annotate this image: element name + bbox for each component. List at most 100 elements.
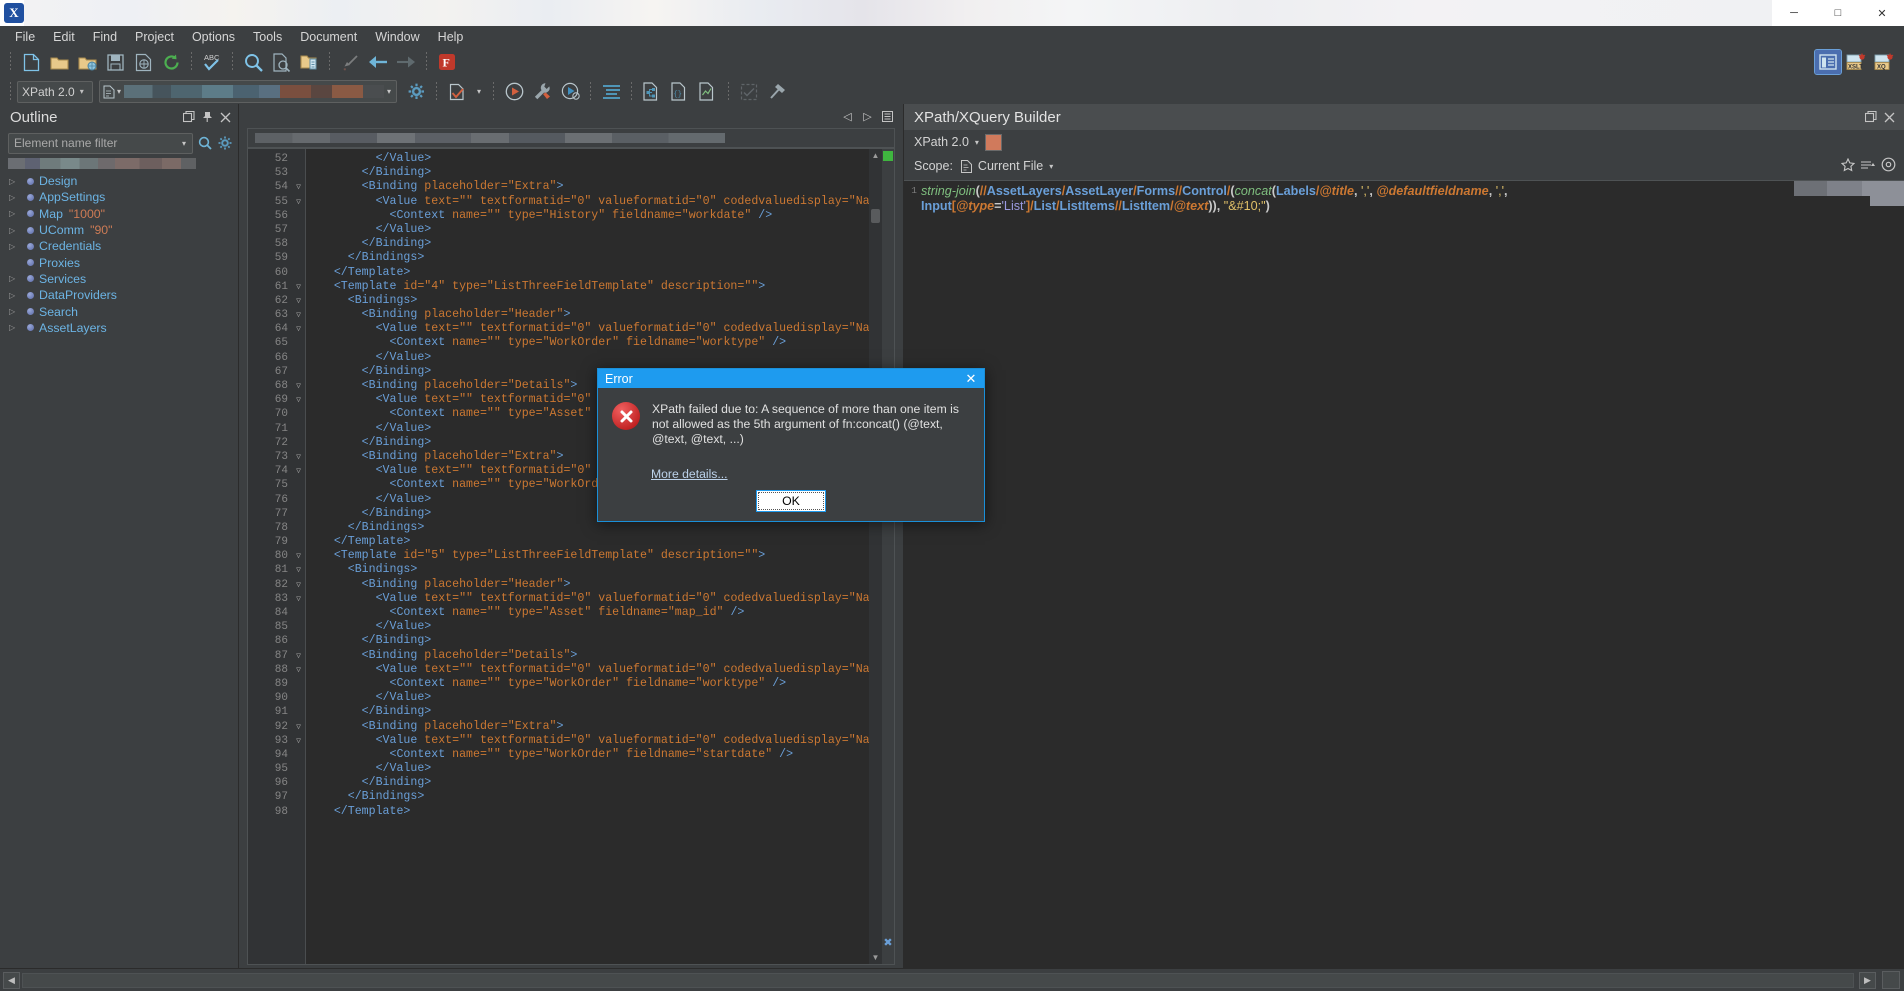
show-panel-icon[interactable] — [1814, 49, 1842, 75]
fold-toggle-icon[interactable]: ▽ — [294, 566, 303, 575]
fold-toggle-icon[interactable]: ▽ — [294, 183, 303, 192]
tools-icon[interactable] — [529, 80, 555, 104]
close-marker-icon[interactable]: ✖ — [883, 938, 893, 949]
validate-dropdown-icon[interactable]: ▾ — [472, 80, 486, 104]
more-details-link[interactable]: More details... — [651, 467, 984, 481]
spell-check-icon[interactable]: ABC — [199, 50, 225, 74]
pin-icon[interactable] — [198, 108, 216, 126]
close-icon[interactable] — [216, 108, 234, 126]
expand-arrow-icon[interactable]: ▷ — [9, 226, 22, 235]
expand-arrow-icon[interactable]: ▷ — [9, 209, 22, 218]
fold-toggle-icon[interactable]: ▽ — [294, 453, 303, 462]
edit-scenario-icon[interactable] — [736, 80, 762, 104]
expand-arrow-icon[interactable]: ▷ — [9, 193, 22, 202]
xpath-version-combo[interactable]: XPath 2.0 ▾ — [17, 80, 93, 103]
expand-arrow-icon[interactable]: ▷ — [9, 323, 22, 332]
scope-value[interactable]: Current File — [978, 159, 1043, 173]
menu-window[interactable]: Window — [366, 27, 428, 47]
forward-arrow-icon[interactable] — [393, 50, 419, 74]
fold-toggle-icon[interactable]: ▽ — [294, 311, 303, 320]
menu-project[interactable]: Project — [126, 27, 183, 47]
close-button[interactable]: ✕ — [1860, 0, 1904, 26]
new-file-icon[interactable] — [18, 50, 44, 74]
element-name-filter-box[interactable]: ▾ — [8, 132, 193, 154]
xpath-expression-bar[interactable]: ▾ ▾ — [99, 80, 397, 103]
outline-item-services[interactable]: ▷ Services — [0, 271, 238, 287]
outline-item-dataproviders[interactable]: ▷ DataProviders — [0, 287, 238, 303]
gear-icon[interactable] — [403, 80, 429, 104]
expand-arrow-icon[interactable]: ▷ — [9, 307, 22, 316]
fold-toggle-icon[interactable]: ▽ — [294, 396, 303, 405]
clear-icon[interactable] — [764, 80, 790, 104]
fold-toggle-icon[interactable]: ▽ — [294, 198, 303, 207]
xpath-expression-editor[interactable]: 1 string-join(//AssetLayers/AssetLayer/F… — [904, 180, 1904, 969]
fold-toggle-icon[interactable]: ▽ — [294, 382, 303, 391]
menu-document[interactable]: Document — [291, 27, 366, 47]
next-tab-icon[interactable]: ▷ — [859, 108, 876, 125]
menu-options[interactable]: Options — [183, 27, 244, 47]
fold-toggle-icon[interactable]: ▽ — [294, 297, 303, 306]
fold-toggle-icon[interactable]: ▽ — [294, 737, 303, 746]
generate-icon[interactable] — [639, 80, 665, 104]
find-in-files-icon[interactable] — [268, 50, 294, 74]
history-icon[interactable] — [1860, 158, 1876, 175]
xslt-debugger-icon[interactable]: XSLT — [1843, 50, 1869, 74]
open-folder-icon[interactable] — [46, 50, 72, 74]
fold-toggle-icon[interactable]: ▽ — [294, 581, 303, 590]
save-icon[interactable] — [102, 50, 128, 74]
run-icon[interactable] — [501, 80, 527, 104]
close-icon[interactable] — [1880, 108, 1898, 126]
editor-vertical-scrollbar[interactable]: ▲ ▼ — [869, 149, 882, 964]
expand-arrow-icon[interactable]: ▷ — [9, 242, 22, 251]
fold-toggle-icon[interactable]: ▽ — [294, 595, 303, 604]
chevron-down-icon[interactable]: ▾ — [179, 139, 189, 148]
format-icon[interactable]: F — [434, 50, 460, 74]
profile-icon[interactable] — [695, 80, 721, 104]
fold-toggle-icon[interactable]: ▽ — [294, 467, 303, 476]
expand-arrow-icon[interactable]: ▷ — [9, 177, 22, 186]
import-icon[interactable] — [337, 50, 363, 74]
expression-status-indicator[interactable] — [984, 133, 1002, 151]
outline-item-assetlayers[interactable]: ▷ AssetLayers — [0, 320, 238, 336]
gear-icon[interactable] — [216, 134, 234, 152]
favorites-star-icon[interactable] — [1840, 157, 1856, 175]
fold-toggle-icon[interactable]: ▽ — [294, 283, 303, 292]
editor-tab-strip[interactable] — [247, 128, 895, 148]
outline-item-design[interactable]: ▷ Design — [0, 173, 238, 189]
scroll-left-arrow[interactable]: ◀ — [3, 971, 20, 989]
find-in-folder-icon[interactable] — [296, 50, 322, 74]
reload-icon[interactable] — [158, 50, 184, 74]
xml-code-editor[interactable]: 52 53 54 ▽ 55 ▽ 56 57 58 59 60 61 ▽ 62 ▽ 63 ▽ 64 ▽ 65 66 67 68… — [247, 148, 895, 965]
validate-icon[interactable] — [444, 80, 470, 104]
outline-item-proxies[interactable]: Proxies — [0, 254, 238, 270]
menu-edit[interactable]: Edit — [44, 27, 84, 47]
menu-file[interactable]: File — [6, 27, 44, 47]
outline-item-search[interactable]: ▷ Search — [0, 303, 238, 319]
fold-toggle-icon[interactable]: ▽ — [294, 552, 303, 561]
scrollbar-thumb[interactable] — [871, 209, 880, 223]
xpath-version-value[interactable]: XPath 2.0 — [914, 135, 969, 149]
debug-icon[interactable] — [557, 80, 583, 104]
search-icon[interactable] — [196, 134, 214, 152]
maximize-button[interactable]: □ — [1816, 0, 1860, 26]
fold-toggle-icon[interactable]: ▽ — [294, 325, 303, 334]
save-as-url-icon[interactable] — [130, 50, 156, 74]
minimize-button[interactable]: ─ — [1772, 0, 1816, 26]
ok-button[interactable]: OK — [756, 490, 826, 512]
fold-toggle-icon[interactable]: ▽ — [294, 666, 303, 675]
expand-arrow-icon[interactable]: ▷ — [9, 274, 22, 283]
xquery-debugger-icon[interactable]: XQ — [1871, 50, 1897, 74]
xpath-expression-text[interactable]: string-join(//AssetLayers/AssetLayer/For… — [919, 181, 1904, 969]
outline-item-appsettings[interactable]: ▷ AppSettings — [0, 189, 238, 205]
outline-item-map[interactable]: ▷ Map "1000" — [0, 206, 238, 222]
tab-list-icon[interactable] — [879, 108, 896, 125]
search-input[interactable] — [12, 135, 179, 151]
scroll-up-arrow[interactable]: ▲ — [869, 149, 882, 162]
fold-toggle-icon[interactable]: ▽ — [294, 723, 303, 732]
close-icon[interactable]: ✕ — [960, 369, 982, 388]
outline-item-credentials[interactable]: ▷ Credentials — [0, 238, 238, 254]
chevron-down-icon-scope[interactable]: ▾ — [1049, 162, 1053, 171]
scroll-down-arrow[interactable]: ▼ — [869, 951, 882, 964]
fold-toggle-icon[interactable]: ▽ — [294, 652, 303, 661]
status-indicator[interactable] — [1882, 971, 1900, 989]
